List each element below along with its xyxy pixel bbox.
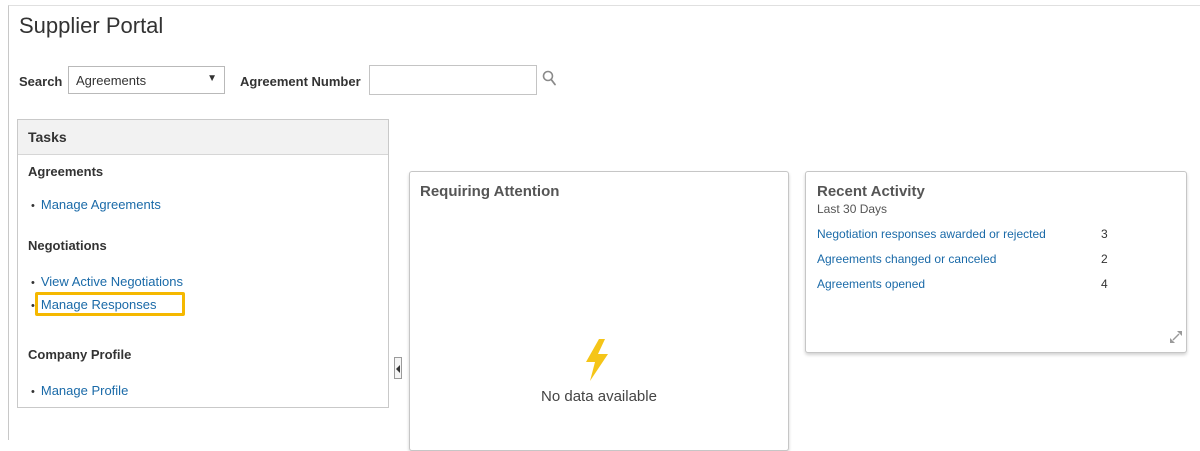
link-manage-profile[interactable]: • Manage Profile [31,383,128,398]
agreement-number-label: Agreement Number [240,74,361,89]
section-title-negotiations: Negotiations [28,238,107,253]
link-label: Manage Agreements [40,197,161,212]
requiring-attention-card: Requiring Attention No data available [409,171,789,451]
search-type-select[interactable]: Agreements ▼ [68,66,225,94]
chevron-left-icon [396,365,400,373]
agreement-number-input[interactable] [369,65,537,95]
expand-icon[interactable] [1170,330,1182,348]
activity-link[interactable]: Agreements opened [817,277,925,291]
recent-activity-subtitle: Last 30 Days [817,202,888,216]
search-icon[interactable] [541,68,559,90]
link-label: Manage Profile [40,383,129,398]
tasks-panel: Tasks Agreements • Manage Agreements Nego… [17,119,389,408]
search-type-value: Agreements [76,73,147,88]
activity-link[interactable]: Agreements changed or canceled [817,252,996,266]
requiring-attention-title: Requiring Attention [420,183,560,200]
recent-activity-card: Recent Activity Last 30 Days Negotiation… [805,171,1187,353]
tasks-header: Tasks [18,120,388,155]
activity-count: 4 [1101,277,1108,291]
section-title-agreements: Agreements [28,164,104,179]
bullet: • [31,386,35,398]
activity-link[interactable]: Negotiation responses awarded or rejecte… [817,227,1046,241]
activity-count: 3 [1101,227,1108,241]
no-data-text: No data available [541,388,657,405]
link-manage-agreements[interactable]: • Manage Agreements [31,197,161,212]
link-label: View Active Negotiations [40,274,183,289]
activity-count: 2 [1101,252,1108,266]
tasks-title: Tasks [28,129,67,145]
bullet: • [31,277,35,289]
lightning-bolt-icon [582,339,612,386]
search-label: Search [19,74,63,89]
section-title-company-profile: Company Profile [28,347,132,362]
bullet: • [31,200,35,212]
highlight-box [35,292,185,316]
link-view-active-negotiations[interactable]: • View Active Negotiations [31,274,183,289]
chevron-down-icon: ▼ [207,73,217,84]
page-title: Supplier Portal [19,13,164,38]
recent-activity-title: Recent Activity [817,183,925,200]
collapse-panel-handle[interactable] [394,357,402,379]
